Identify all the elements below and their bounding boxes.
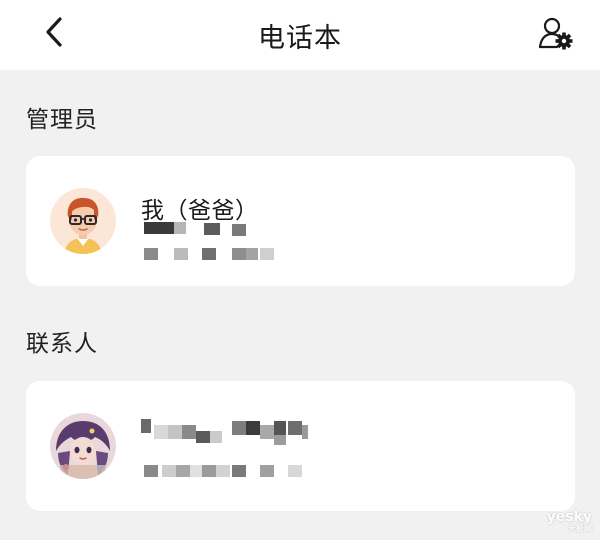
- admin-section-label: 管理员: [26, 107, 98, 133]
- contact-settings-icon: [538, 17, 573, 50]
- page-title: 电话本: [258, 23, 342, 54]
- cartoon-man-avatar-icon: [50, 188, 116, 254]
- contact-card[interactable]: [26, 381, 575, 511]
- contact-avatar: [50, 413, 116, 479]
- contact-settings-button[interactable]: [536, 14, 578, 52]
- admin-contact-card[interactable]: 我（爸爸）: [26, 156, 575, 286]
- contacts-section-label: 联系人: [26, 331, 98, 357]
- anime-girl-avatar-icon: [50, 413, 116, 479]
- admin-avatar: [50, 188, 116, 254]
- watermark-logo: yesky 天极网: [546, 509, 592, 533]
- top-bar: 电话本: [0, 0, 600, 70]
- admin-name: 我（爸爸）: [141, 198, 259, 224]
